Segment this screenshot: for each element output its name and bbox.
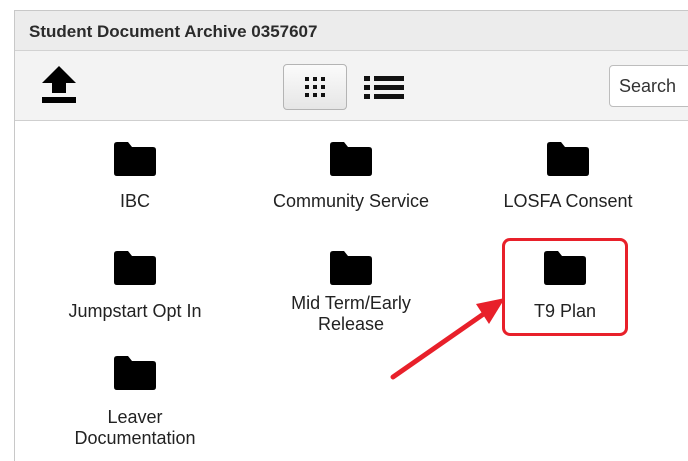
- folder-label: Mid Term/Early Release: [291, 293, 411, 334]
- folder-icon: [114, 356, 156, 390]
- list-view-button[interactable]: [360, 68, 408, 108]
- folder-label: IBC: [119, 191, 150, 211]
- upload-arrow-icon: [42, 66, 76, 103]
- folder-label: T9 Plan: [533, 301, 597, 321]
- folder-leaver-documentation[interactable]: Leaver Documentation: [71, 353, 199, 457]
- toolbar: [15, 51, 688, 121]
- folder-grid: IBC Community Service LOSFA Consent Jump…: [15, 121, 688, 461]
- window-title: Student Document Archive 0357607: [29, 22, 318, 41]
- folder-community-service[interactable]: Community Service: [251, 139, 451, 219]
- search-input[interactable]: [609, 65, 688, 107]
- folder-label: LOSFA Consent: [503, 191, 633, 211]
- folder-icon: [547, 142, 589, 176]
- folder-ibc[interactable]: IBC: [71, 139, 199, 219]
- folder-icon: [544, 251, 586, 285]
- folder-icon: [330, 251, 372, 285]
- folder-icon: [114, 142, 156, 176]
- list-icon: [364, 76, 404, 99]
- folder-icon: [330, 142, 372, 176]
- folder-t9-plan[interactable]: T9 Plan: [505, 241, 625, 333]
- folder-label: Leaver Documentation: [74, 407, 196, 448]
- folder-mid-term-early-release[interactable]: Mid Term/Early Release: [271, 239, 431, 339]
- folder-losfa-consent[interactable]: LOSFA Consent: [483, 139, 653, 219]
- grid-dots-icon: [305, 77, 325, 97]
- folder-icon: [114, 251, 156, 285]
- folder-label: Community Service: [272, 191, 430, 211]
- folder-label: Jumpstart Opt In: [68, 301, 202, 321]
- grid-view-button[interactable]: [283, 64, 347, 110]
- folder-jumpstart-opt-in[interactable]: Jumpstart Opt In: [45, 239, 225, 329]
- upload-button[interactable]: [37, 63, 81, 107]
- document-archive-window: Student Document Archive 0357607 Search …: [14, 10, 688, 461]
- title-bar: Student Document Archive 0357607: [15, 11, 688, 51]
